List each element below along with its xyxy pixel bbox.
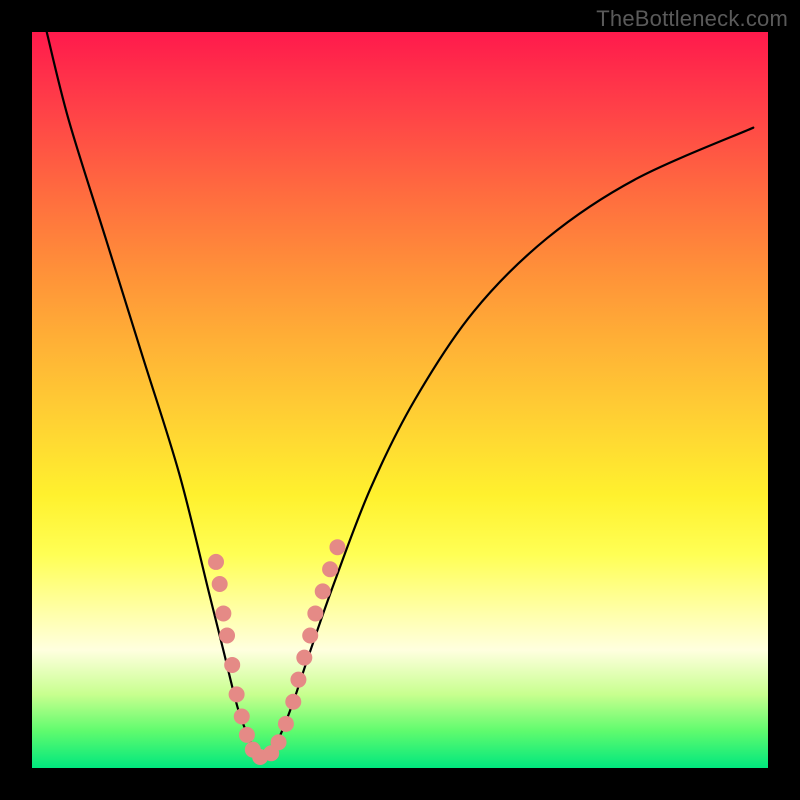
data-point (278, 716, 293, 731)
data-point (297, 650, 312, 665)
watermark-text: TheBottleneck.com (596, 6, 788, 32)
data-point (303, 628, 318, 643)
data-point (239, 727, 254, 742)
data-point (234, 709, 249, 724)
data-point (212, 577, 227, 592)
data-point (271, 735, 286, 750)
data-point (323, 562, 338, 577)
data-point (209, 554, 224, 569)
chart-container: TheBottleneck.com (0, 0, 800, 800)
bottleneck-curve (47, 32, 754, 759)
data-point (286, 694, 301, 709)
chart-svg (32, 32, 768, 768)
data-point (315, 584, 330, 599)
data-point (220, 628, 235, 643)
plot-area (32, 32, 768, 768)
data-point (291, 672, 306, 687)
data-points-group (209, 540, 345, 765)
data-point (216, 606, 231, 621)
data-point (330, 540, 345, 555)
data-point (225, 657, 240, 672)
data-point (308, 606, 323, 621)
data-point (229, 687, 244, 702)
